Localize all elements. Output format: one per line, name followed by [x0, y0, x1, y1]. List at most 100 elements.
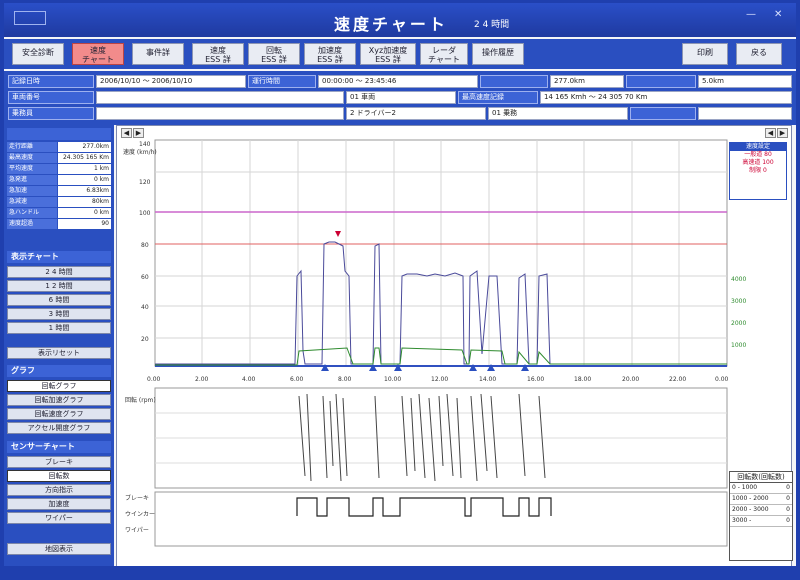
- record-date-label: 記録日時: [8, 75, 94, 88]
- stat-value: 6.83km: [58, 186, 111, 196]
- button-label: 戻る: [751, 48, 767, 57]
- y-tick: 140: [139, 141, 151, 148]
- y-tick: 120: [139, 179, 151, 186]
- legend-item: 制限 0: [749, 167, 767, 174]
- x-tick: 22.00: [669, 376, 686, 383]
- stat-value: 80km: [58, 197, 111, 207]
- button-label: 事件詳: [146, 48, 170, 57]
- radar-chart-button[interactable]: レーダ チャート: [420, 43, 468, 65]
- reset-view-button[interactable]: 表示リセット: [7, 347, 111, 359]
- speed-legend: 速度設定 一般道 80 高速道 100 制限 0: [729, 142, 787, 200]
- info-row-1: 記録日時 2006/10/10 ～ 2006/10/10 運行時間 00:00:…: [8, 75, 792, 90]
- range-24h-button[interactable]: 2 4 時間: [7, 266, 111, 278]
- x-tick: 2.00: [195, 376, 209, 383]
- table-cell: 0: [786, 495, 790, 502]
- stat-key: 急発進: [7, 175, 57, 185]
- stat-row: 速度超過 90: [7, 219, 111, 229]
- turn-signal-button[interactable]: 方向指示: [7, 484, 111, 496]
- button-label: Xyz加速度: [368, 46, 408, 55]
- table-title: 回転数(回転数): [730, 472, 792, 483]
- acceleration-detail-button[interactable]: 加速度 ESS 詳: [304, 43, 356, 65]
- y-tick: 60: [141, 274, 149, 281]
- accelerator-graph-button[interactable]: アクセル開度グラフ: [7, 422, 111, 434]
- x-tick: 8.00: [338, 376, 352, 383]
- range-12h-button[interactable]: 1 2 時間: [7, 280, 111, 292]
- x-tick: 4.00: [242, 376, 256, 383]
- info-row-2: 車両番号 01 車両 最高速度記録 14 165 Kmh ～ 24 305 70…: [8, 91, 792, 106]
- rpm-tick: 2000: [731, 320, 747, 327]
- button-label: 安全診断: [22, 48, 54, 57]
- vehicle-label: 車両番号: [8, 91, 94, 104]
- range-header: 表示チャート: [7, 251, 111, 263]
- range-1h-button[interactable]: 1 時間: [7, 322, 111, 334]
- toolbar: 安全診断 速度 チャート 事件詳 速度 ESS 詳 回転 ESS 詳 加速度 ESS 詳…: [4, 39, 796, 69]
- acceleration-button[interactable]: 加速度: [7, 498, 111, 510]
- rpm-button[interactable]: 回転数: [7, 470, 111, 482]
- table-cell: 3000 -: [732, 517, 752, 524]
- app-window: 速度チャート 2 4 時間 — ✕ 安全診断 速度 チャート 事件詳 速度 ESS …: [4, 3, 796, 571]
- crew-extra-label: [630, 107, 696, 120]
- x-tick: 14.00: [479, 376, 496, 383]
- extra-label: [626, 75, 696, 88]
- rotation-accel-graph-button[interactable]: 回転加速グラフ: [7, 394, 111, 406]
- legend-item: 高速道 100: [742, 159, 774, 166]
- stat-key: 平均速度: [7, 164, 57, 174]
- button-label: 操作履歴: [482, 48, 514, 57]
- signal-labels: ブレーキ ウインカー ワイパー: [125, 494, 155, 534]
- stat-row: 最高速度 24.305 165 Km: [7, 153, 111, 163]
- table-row: 2000 - 3000 0: [730, 505, 792, 516]
- y-tick: 100: [139, 210, 151, 217]
- safety-diagnosis-button[interactable]: 安全診断: [12, 43, 64, 65]
- y-tick: 40: [141, 304, 149, 311]
- button-sublabel: ESS 詳: [205, 55, 231, 64]
- range-6h-button[interactable]: 6 時間: [7, 294, 111, 306]
- stat-key: 急減速: [7, 197, 57, 207]
- x-tick: 0.00: [715, 376, 729, 383]
- rotation-detail-button[interactable]: 回転 ESS 詳: [248, 43, 300, 65]
- minimize-icon[interactable]: —: [746, 9, 756, 20]
- wiper-button[interactable]: ワイパー: [7, 512, 111, 524]
- extra-value: 5.0km: [698, 75, 792, 88]
- x-tick: 10.00: [384, 376, 401, 383]
- rotation-speed-graph-button[interactable]: 回転速度グラフ: [7, 408, 111, 420]
- table-cell: 0 - 1000: [732, 484, 758, 491]
- speed-chart-button[interactable]: 速度 チャート: [72, 43, 124, 65]
- y-axis-title: 速度 (km/h): [123, 148, 157, 156]
- logo: [14, 11, 46, 25]
- print-button[interactable]: 印刷: [682, 43, 728, 65]
- distance-label: [480, 75, 548, 88]
- stat-value: 0 km: [58, 175, 111, 185]
- y-tick: 20: [141, 336, 149, 343]
- rotation-graph-button[interactable]: 回転グラフ: [7, 380, 111, 392]
- speed-detail-button[interactable]: 速度 ESS 詳: [192, 43, 244, 65]
- title-bar: 速度チャート 2 4 時間 — ✕: [4, 3, 796, 37]
- button-label: 加速度: [318, 46, 342, 55]
- back-button[interactable]: 戻る: [736, 43, 782, 65]
- stat-key: 最高速度: [7, 153, 57, 163]
- stat-row: 急加速 6.83km: [7, 186, 111, 196]
- x-tick: 20.00: [622, 376, 639, 383]
- graph-header: グラフ: [7, 365, 111, 377]
- table-cell: 2000 - 3000: [732, 506, 769, 513]
- drive-time-value: 00:00:00 ～ 23:45:46: [318, 75, 478, 88]
- vehicle-name-value: 01 車両: [346, 91, 456, 104]
- left-panel: 走行距離 277.0km 最高速度 24.305 165 Km 平均速度 1 km 急…: [4, 125, 114, 567]
- operation-history-button[interactable]: 操作履歴: [472, 43, 524, 65]
- range-3h-button[interactable]: 3 時間: [7, 308, 111, 320]
- signal-label: ウインカー: [125, 510, 155, 518]
- close-icon[interactable]: ✕: [774, 9, 782, 20]
- y-tick: 80: [141, 242, 149, 249]
- stat-row: 走行距離 277.0km: [7, 142, 111, 152]
- legend-item: 一般道 80: [744, 151, 772, 158]
- driver-label: 乗務員: [8, 107, 94, 120]
- max-speed-value: 14 165 Kmh ～ 24 305 70 Km: [540, 91, 792, 104]
- map-display-button[interactable]: 地図表示: [7, 543, 111, 555]
- incident-detail-button[interactable]: 事件詳: [132, 43, 184, 65]
- rpm-tick: 4000: [731, 276, 747, 283]
- stat-value: 277.0km: [58, 142, 111, 152]
- button-sublabel: ESS 詳: [317, 55, 343, 64]
- time-x-axis: 0.00 2.00 4.00 6.00 8.00 10.00 12.00 14.…: [147, 376, 729, 383]
- brake-button[interactable]: ブレーキ: [7, 456, 111, 468]
- xyz-acceleration-button[interactable]: Xyz加速度 ESS 詳: [360, 43, 416, 65]
- stat-row: 平均速度 1 km: [7, 164, 111, 174]
